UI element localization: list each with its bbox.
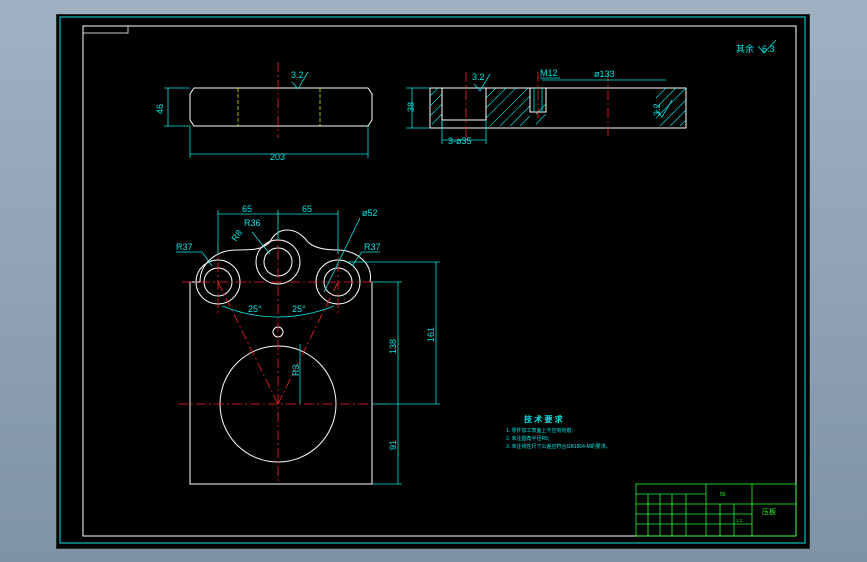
dim-161: 161 — [426, 327, 436, 342]
part-name: 压板 — [762, 507, 776, 516]
scale: 1:1 — [736, 518, 743, 523]
tech-requirements: 技 术 要 求 1. 零件加工表面上不应有划痕; 2. 未注圆角半径R5; 3.… — [506, 414, 611, 450]
section-outline — [429, 87, 687, 129]
top-width: 203 — [270, 152, 285, 162]
bore — [441, 87, 487, 121]
corner-box — [82, 25, 129, 34]
thread-label: M12 — [540, 68, 558, 78]
top-view: 3.2 203 46 — [155, 62, 373, 162]
tech-item-2: 2. 未注圆角半径R5; — [506, 435, 549, 442]
bore-dia: ø133 — [594, 69, 615, 79]
tech-item-3: 3. 未注线性尺寸公差应符合GB1804-M的要求。 — [506, 443, 611, 450]
r37-left-label: R37 — [176, 242, 193, 252]
section-roughness-left: 3.2 — [472, 72, 485, 82]
dim-83: R3 — [291, 364, 301, 376]
section-view: 3.2 M12 ø133 3.2 3-ø35 38 — [406, 68, 687, 146]
top-height: 46 — [155, 104, 165, 114]
holes-label: 3-ø35 — [448, 136, 472, 146]
dim-left: 65 — [242, 204, 252, 214]
section-height: 38 — [406, 102, 416, 112]
dim-91: 91 — [388, 440, 398, 450]
top-roughness: 3.2 — [291, 70, 304, 80]
dim-138: 138 — [388, 339, 398, 354]
sheet-number: 55 — [720, 492, 726, 498]
plan-view: 65 65 R36 R8 ø52 R37 R37 25° 25° 138 161… — [176, 204, 440, 485]
angle-right: 25° — [292, 304, 306, 314]
top-view-outline — [189, 87, 373, 127]
tech-item-1: 1. 零件加工表面上不应有划痕; — [506, 427, 573, 434]
cad-viewport[interactable]: 其余 6.3 3.2 203 46 3.2 M12 ø133 3.2 3-ø35… — [56, 14, 810, 549]
r36-label: R36 — [244, 218, 261, 228]
drawing-canvas: 其余 6.3 3.2 203 46 3.2 M12 ø133 3.2 3-ø35… — [59, 16, 806, 544]
title-block: 55 压板 1:1 — [635, 483, 797, 537]
outer-frame — [59, 16, 806, 544]
tech-title: 技 术 要 求 — [524, 414, 564, 424]
section-roughness-right: 3.2 — [652, 103, 662, 116]
r8-label: R8 — [229, 228, 244, 243]
r37-right-label: R37 — [364, 242, 381, 252]
dia52-label: ø52 — [362, 208, 378, 218]
dim-right: 65 — [302, 204, 312, 214]
roughness-note: 其余 — [736, 43, 754, 54]
angle-left: 25° — [248, 304, 262, 314]
